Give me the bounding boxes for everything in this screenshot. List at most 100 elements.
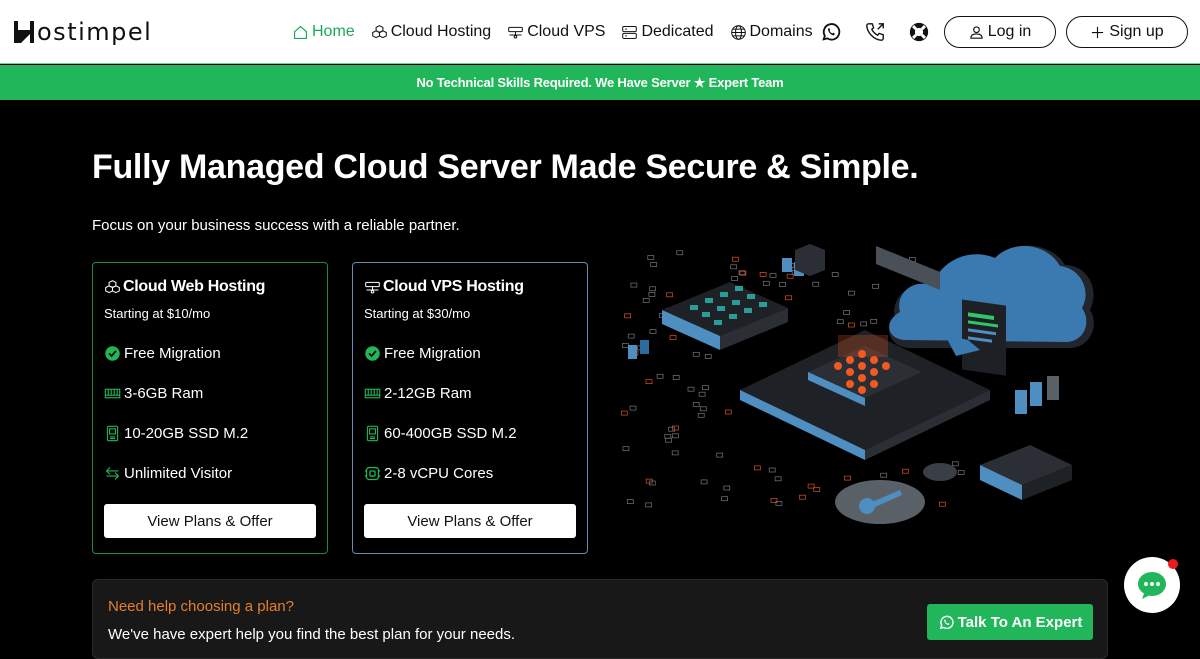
card-price: Starting at $30/mo bbox=[364, 306, 471, 321]
circuit-node bbox=[697, 412, 705, 418]
circuit-node bbox=[672, 433, 679, 439]
check-circle-icon bbox=[365, 345, 380, 361]
chat-bubble-icon bbox=[1138, 572, 1166, 599]
logo-mark-icon bbox=[14, 21, 34, 43]
circuit-node bbox=[692, 402, 700, 407]
memory-icon bbox=[104, 388, 121, 398]
circuit-node bbox=[723, 485, 731, 491]
circuit-node bbox=[799, 494, 806, 500]
view-plans-button[interactable]: View Plans & Offer bbox=[104, 504, 316, 538]
circuit-node bbox=[649, 329, 657, 334]
circuit-node bbox=[622, 446, 630, 451]
card-title-text: Cloud Web Hosting bbox=[123, 278, 266, 295]
support-button[interactable] bbox=[907, 20, 931, 44]
circuit-node bbox=[730, 264, 738, 270]
feature-item: Free Migration bbox=[104, 344, 316, 362]
feature-label: Free Migration bbox=[124, 344, 221, 362]
feature-label: Unlimited Visitor bbox=[124, 464, 233, 482]
circuit-node bbox=[669, 335, 677, 340]
nav-item-domains[interactable]: Domains bbox=[730, 23, 813, 41]
logo-text: ostimpel bbox=[37, 18, 153, 46]
login-button[interactable]: Log in bbox=[944, 16, 1056, 48]
circuit-node bbox=[813, 487, 821, 492]
circuit-node bbox=[902, 468, 909, 474]
talk-button-label: Talk To An Expert bbox=[957, 613, 1083, 631]
whatsapp-button[interactable] bbox=[819, 20, 843, 44]
circuit-node bbox=[687, 386, 695, 392]
circuit-node bbox=[630, 282, 638, 288]
circuit-node bbox=[702, 385, 709, 391]
nav-label: Cloud Hosting bbox=[390, 23, 492, 40]
circuit-node bbox=[649, 286, 656, 292]
whatsapp-icon bbox=[822, 23, 841, 41]
feature-list: Free Migration 2-12GB Ram 60-400GB SSD M… bbox=[364, 344, 576, 482]
circuit-node bbox=[704, 354, 712, 359]
promo-banner: No Technical Skills Required. We Have Se… bbox=[0, 65, 1200, 100]
cloud-server-illustration bbox=[620, 244, 1094, 524]
server-icon bbox=[508, 26, 523, 39]
circuit-node bbox=[647, 255, 655, 260]
view-plans-button[interactable]: View Plans & Offer bbox=[364, 504, 576, 538]
ssd-icon bbox=[106, 425, 119, 441]
circuit-node bbox=[759, 272, 767, 277]
feature-label: 10-20GB SSD M.2 bbox=[124, 424, 249, 442]
plus-icon bbox=[1092, 26, 1104, 38]
circuit-node bbox=[656, 373, 664, 379]
talk-to-expert-button[interactable]: Talk To An Expert bbox=[927, 604, 1093, 640]
circuit-node bbox=[732, 256, 739, 262]
feature-label: 2-12GB Ram bbox=[384, 384, 472, 402]
call-button[interactable] bbox=[863, 20, 887, 44]
help-title: Need help choosing a plan? bbox=[108, 598, 294, 615]
feature-label: 3-6GB Ram bbox=[124, 384, 204, 402]
circuit-node bbox=[642, 298, 650, 303]
circuit-node bbox=[668, 426, 676, 432]
nav-item-cloud-vps[interactable]: Cloud VPS bbox=[507, 23, 605, 41]
circuit-node bbox=[957, 470, 965, 475]
circuit-node bbox=[627, 333, 635, 339]
circuit-node bbox=[779, 282, 786, 287]
circuit-node bbox=[629, 405, 637, 411]
plan-card-cloud-vps-hosting: Cloud VPS Hosting Starting at $30/mo Fre… bbox=[352, 262, 588, 554]
circuit-node bbox=[692, 351, 700, 357]
circuit-node bbox=[848, 290, 855, 296]
signup-button[interactable]: Sign up bbox=[1066, 16, 1188, 48]
nav-item-home[interactable]: Home bbox=[292, 23, 355, 41]
globe-icon bbox=[730, 24, 746, 40]
feature-item: 10-20GB SSD M.2 bbox=[104, 424, 316, 442]
circuit-node bbox=[672, 425, 679, 431]
circuit-node bbox=[807, 483, 815, 489]
circuit-node bbox=[938, 501, 946, 507]
circuit-node bbox=[872, 283, 879, 289]
help-box: Need help choosing a plan? We've have ex… bbox=[92, 579, 1108, 659]
cubes-icon bbox=[371, 24, 387, 38]
cubes-icon bbox=[105, 279, 120, 293]
circuit-node bbox=[870, 318, 878, 324]
circuit-node bbox=[754, 465, 761, 471]
check-circle-icon bbox=[105, 345, 120, 361]
circuit-node bbox=[844, 475, 851, 481]
feature-label: 60-400GB SSD M.2 bbox=[384, 424, 517, 442]
notification-dot bbox=[1168, 559, 1178, 569]
banner-text: No Technical Skills Required. We Have Se… bbox=[416, 74, 784, 90]
logo[interactable]: ostimpel bbox=[12, 16, 152, 48]
circuit-node bbox=[716, 452, 724, 458]
feature-item: 3-6GB Ram bbox=[104, 384, 316, 402]
plan-card-cloud-web-hosting: Cloud Web Hosting Starting at $10/mo Fre… bbox=[92, 262, 328, 554]
key-disc bbox=[835, 463, 957, 524]
circuit-node bbox=[762, 280, 770, 286]
circuit-node bbox=[699, 406, 707, 412]
circuit-node bbox=[769, 272, 777, 278]
circuit-node bbox=[676, 250, 684, 256]
card-price: Starting at $10/mo bbox=[104, 306, 211, 321]
nav-item-dedicated[interactable]: Dedicated bbox=[621, 23, 714, 41]
feature-item: Unlimited Visitor bbox=[104, 464, 316, 482]
login-label: Log in bbox=[987, 23, 1032, 40]
circuit-node bbox=[698, 391, 706, 397]
circuit-node bbox=[724, 409, 732, 415]
nav-item-cloud-hosting[interactable]: Cloud Hosting bbox=[371, 23, 492, 41]
circuit-node bbox=[731, 276, 738, 281]
circuit-node bbox=[848, 322, 855, 328]
circuit-node bbox=[951, 461, 959, 467]
feature-list: Free Migration 3-6GB Ram 10-20GB SSD M.2… bbox=[104, 344, 316, 482]
circuit-node bbox=[880, 472, 888, 478]
